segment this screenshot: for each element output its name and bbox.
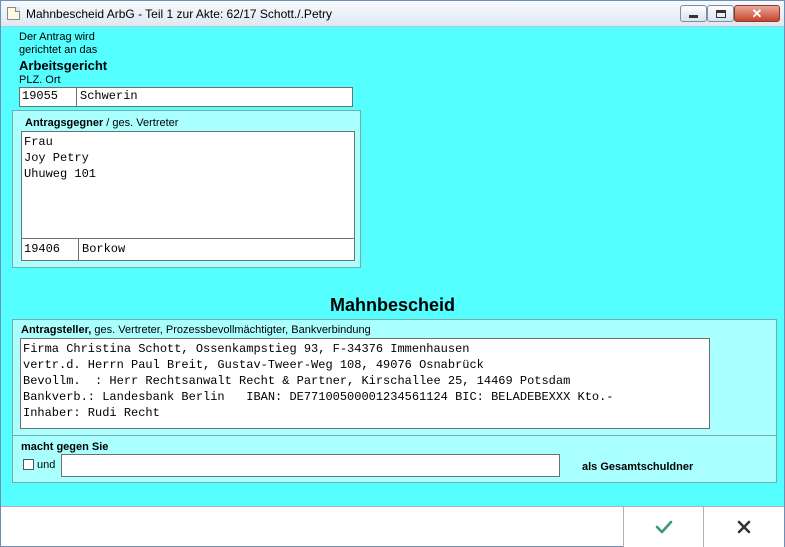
minimize-button[interactable] (680, 5, 707, 22)
title-bar[interactable]: Mahnbescheid ArbG - Teil 1 zur Akte: 62/… (1, 1, 784, 27)
applicant-line: Firma Christina Schott, Ossenkampstieg 9… (23, 342, 470, 356)
claim-label: macht gegen Sie (21, 441, 109, 453)
und-label: und (37, 459, 56, 471)
ok-button[interactable] (623, 507, 703, 547)
window-title: Mahnbescheid ArbG - Teil 1 zur Akte: 62/… (26, 7, 332, 21)
applicant-line: Bevollm. : Herr Rechtsanwalt Recht & Par… (23, 374, 571, 388)
court-name: Arbeitsgericht (19, 58, 108, 73)
respondent-plz-input[interactable]: 19406 (22, 239, 79, 260)
close-window-button[interactable]: ✕ (734, 5, 780, 22)
applicant-line: Inhaber: Rudi Recht (23, 406, 160, 420)
respondent-address-textarea[interactable]: Frau Joy Petry Uhuweg 101 (21, 131, 355, 239)
respondent-panel: Antragsgegner / ges. Vertreter Frau Joy … (12, 110, 361, 268)
plz-ort-label: PLZ. Ort (19, 74, 61, 86)
applicant-line: vertr.d. Herrn Paul Breit, Gustav-Tweer-… (23, 358, 484, 372)
cancel-button[interactable] (703, 507, 784, 547)
respondent-line: Frau (24, 135, 53, 149)
court-plz-input[interactable]: 19055 (20, 88, 77, 106)
minimize-icon (689, 15, 698, 18)
co-debtor-input[interactable] (61, 454, 560, 477)
window-controls: ✕ (680, 5, 780, 22)
respondent-line: Uhuweg 101 (24, 167, 97, 181)
court-intro-line2: gerichtet an das (19, 44, 98, 56)
close-icon: ✕ (751, 5, 763, 21)
court-ort-input[interactable]: Schwerin (77, 88, 352, 106)
page-title: Mahnbescheid (329, 295, 456, 315)
applicant-label-rest: ges. Vertreter, Prozessbevollmächtigter,… (91, 324, 371, 336)
respondent-label: Antragsgegner / ges. Vertreter (25, 117, 178, 129)
document-icon (7, 7, 20, 20)
court-intro-line1: Der Antrag wird (19, 31, 95, 43)
applicant-address-textarea[interactable]: Firma Christina Schott, Ossenkampstieg 9… (20, 338, 710, 429)
mahnbescheid-window: Mahnbescheid ArbG - Teil 1 zur Akte: 62/… (0, 0, 785, 547)
und-checkbox[interactable] (23, 459, 34, 470)
respondent-label-rest: / ges. Vertreter (103, 117, 179, 129)
respondent-line: Joy Petry (24, 151, 89, 165)
applicant-line: Bankverb.: Landesbank Berlin IBAN: DE771… (23, 390, 614, 404)
joint-debtor-label: als Gesamtschuldner (582, 461, 694, 473)
check-icon (655, 520, 672, 534)
bottom-action-bar (1, 506, 784, 547)
maximize-icon (715, 9, 726, 18)
divider (13, 435, 776, 436)
applicant-label-bold: Antragsteller, (21, 324, 92, 336)
close-icon (737, 520, 751, 534)
court-address-field: 19055 Schwerin (19, 87, 353, 107)
applicant-label: Antragsteller, ges. Vertreter, Prozessbe… (21, 324, 371, 336)
respondent-city-field: 19406 Borkow (21, 238, 355, 261)
respondent-ort-input[interactable]: Borkow (79, 239, 354, 260)
maximize-button[interactable] (707, 5, 734, 22)
applicant-panel: Antragsteller, ges. Vertreter, Prozessbe… (12, 319, 777, 483)
respondent-label-bold: Antragsgegner (25, 117, 104, 129)
